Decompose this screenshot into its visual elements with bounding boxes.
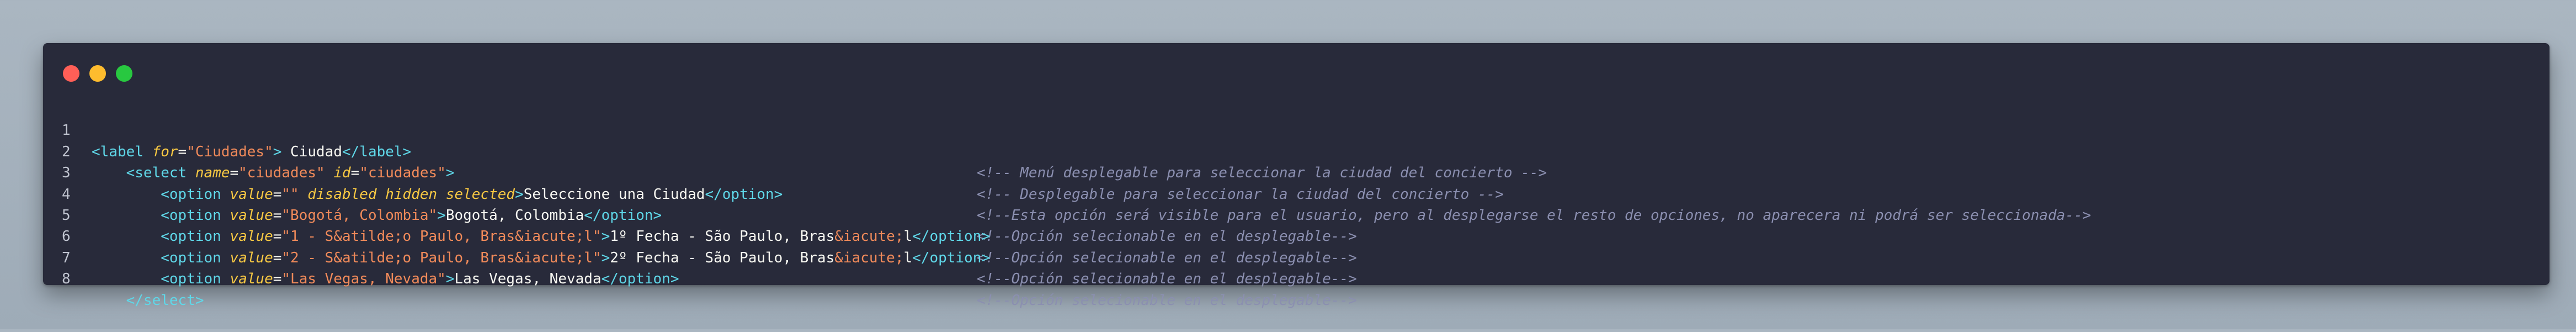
code-line: 1 <label for="Ciudades"> Ciudad</label> … bbox=[43, 99, 2550, 181]
code-line: 5 <option value="1 - S&atilde;o Paulo, B… bbox=[43, 184, 2550, 266]
tag-token: </select> bbox=[126, 292, 204, 309]
line-content: <option value="Las Vegas, Nevada">Las Ve… bbox=[92, 268, 679, 289]
eq-token: = bbox=[273, 271, 282, 288]
tag-token: <option bbox=[161, 271, 221, 288]
code-comment: <!--Opción selecionable en el desplegabl… bbox=[977, 292, 1357, 309]
code-block: 1 <label for="Ciudades"> Ciudad</label> … bbox=[43, 99, 2550, 309]
tag-token: </option> bbox=[601, 271, 679, 288]
code-line: 2 <select name="ciudades" id="ciudades">… bbox=[43, 120, 2550, 203]
tag-token: > bbox=[445, 271, 455, 288]
minimize-dot-icon[interactable] bbox=[89, 65, 106, 82]
value-token: "Las Vegas, Nevada" bbox=[281, 271, 446, 288]
line-number: 8 bbox=[62, 271, 71, 288]
code-comment: <!--Opción selecionable en el desplegabl… bbox=[977, 271, 1357, 288]
code-line: 7 <option value="Las Vegas, Nevada">Las … bbox=[43, 226, 2550, 309]
code-line: 8 </select> bbox=[43, 247, 2550, 308]
line-content: </select> bbox=[92, 290, 204, 311]
code-line: 3 <option value="" disabled hidden selec… bbox=[43, 141, 2550, 224]
code-window: 1 <label for="Ciudades"> Ciudad</label> … bbox=[43, 43, 2550, 309]
maximize-dot-icon[interactable] bbox=[116, 65, 132, 82]
window-controls bbox=[63, 65, 132, 82]
text-token: Las Vegas, Nevada bbox=[454, 271, 602, 288]
close-dot-icon[interactable] bbox=[63, 65, 79, 82]
code-line: 4 <option value="Bogotá, Colombia">Bogot… bbox=[43, 162, 2550, 245]
attr-token: value bbox=[230, 271, 273, 288]
code-line: 6 <option value="2 - S&atilde;o Paulo, B… bbox=[43, 205, 2550, 287]
